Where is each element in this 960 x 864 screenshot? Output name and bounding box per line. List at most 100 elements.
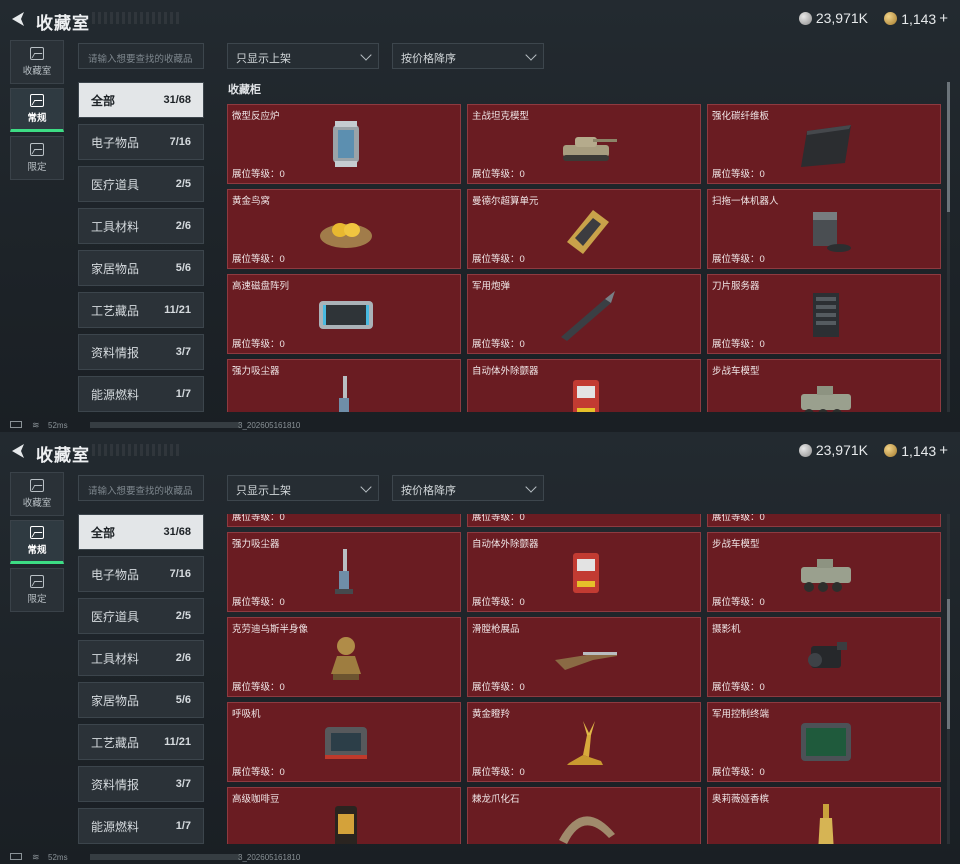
item-card[interactable]: 扫拖一体机器人 展位等级：0 bbox=[707, 189, 941, 269]
sidenav-tab[interactable]: 收藏室 bbox=[10, 472, 64, 516]
item-card[interactable]: 奥莉薇娅香槟展位等级：0 bbox=[707, 787, 941, 844]
sidenav-tab[interactable]: 限定 bbox=[10, 568, 64, 612]
item-card[interactable]: 高级咖啡豆展位等级：0 bbox=[227, 787, 461, 844]
page-title: 收藏室 bbox=[36, 14, 90, 33]
item-card[interactable]: 刀片服务器展位等级：0 bbox=[707, 274, 941, 354]
category-count: 11/21 bbox=[164, 304, 191, 316]
gold-currency[interactable]: 1,143 + bbox=[884, 442, 948, 459]
back-arrow-icon[interactable] bbox=[10, 442, 28, 460]
category-count: 1/7 bbox=[175, 388, 191, 400]
item-name: 强力吸尘器 bbox=[232, 539, 280, 550]
top-bar: 收藏室 23,971K 1,143 + bbox=[0, 0, 960, 36]
limited-icon bbox=[30, 575, 44, 588]
category-count: 11/21 bbox=[164, 736, 191, 748]
item-grid: 微型反应炉 展位等级：0 主战坦克模型 展位等级：0 强化碳纤维板 展位等级：0 黄金鸟窝展… bbox=[227, 104, 943, 412]
category-label: 电子物品 bbox=[91, 135, 140, 150]
category-item[interactable]: 电子物品 7/16 bbox=[78, 556, 204, 592]
category-item[interactable]: 资料情报 3/7 bbox=[78, 766, 204, 802]
item-card[interactable]: 军用控制终端 展位等级：0 bbox=[707, 702, 941, 782]
wifi-icon: ≋ bbox=[32, 420, 40, 430]
item-card[interactable]: 步战车模型展位等级：0 bbox=[707, 359, 941, 412]
category-item[interactable]: 资料情报 3/7 bbox=[78, 334, 204, 370]
category-item[interactable]: 全部 31/68 bbox=[78, 82, 204, 118]
sidenav-tab[interactable]: 常规 bbox=[10, 520, 64, 564]
collection-screen-scrolled: 收藏室 23,971K 1,143 + 收藏室 常规 限定 请输入想要查找的收藏品 只显示上架按… bbox=[0, 432, 960, 864]
limited-icon bbox=[30, 143, 44, 156]
regular-icon bbox=[30, 94, 44, 107]
item-card[interactable]: 黄金瞪羚 展位等级：0 bbox=[467, 702, 701, 782]
item-card[interactable]: 刀片服务器展位等级：0 bbox=[707, 514, 941, 527]
top-bar: 收藏室 23,971K 1,143 + bbox=[0, 432, 960, 468]
ifv-icon bbox=[801, 559, 851, 592]
category-item[interactable]: 工具材料 2/6 bbox=[78, 208, 204, 244]
item-card[interactable]: 高速磁盘阵列展位等级：0 bbox=[227, 274, 461, 354]
category-item[interactable]: 医疗道具 2/5 bbox=[78, 598, 204, 634]
category-item[interactable]: 能源燃料 1/7 bbox=[78, 808, 204, 844]
category-item[interactable]: 工艺藏品 11/21 bbox=[78, 724, 204, 760]
item-card[interactable]: 强力吸尘器展位等级：0 bbox=[227, 359, 461, 412]
category-item[interactable]: 工具材料 2/6 bbox=[78, 640, 204, 676]
item-level: 展位等级：0 bbox=[472, 514, 525, 523]
add-currency-icon[interactable]: + bbox=[939, 10, 948, 27]
vacuum-cleaner-icon bbox=[339, 376, 349, 412]
item-card[interactable]: 主战坦克模型 展位等级：0 bbox=[467, 104, 701, 184]
category-item[interactable]: 家居物品 5/6 bbox=[78, 682, 204, 718]
item-name: 扫拖一体机器人 bbox=[712, 196, 779, 207]
item-card[interactable]: 克劳迪乌斯半身像 展位等级：0 bbox=[227, 617, 461, 697]
category-label: 工艺藏品 bbox=[91, 303, 140, 318]
scrollbar[interactable] bbox=[947, 82, 950, 412]
item-card[interactable]: 自动体外除颤器展位等级：0 bbox=[467, 532, 701, 612]
tank-icon bbox=[563, 137, 617, 161]
sort-dropdown[interactable]: 按价格降序 bbox=[392, 475, 544, 501]
silver-currency: 23,971K bbox=[798, 10, 868, 26]
item-card[interactable]: 棘龙爪化石展位等级：0 bbox=[467, 787, 701, 844]
sidenav-tab[interactable]: 限定 bbox=[10, 136, 64, 180]
musket-icon bbox=[555, 652, 617, 670]
category-item[interactable]: 家居物品 5/6 bbox=[78, 250, 204, 286]
item-name: 自动体外除颤器 bbox=[472, 366, 539, 377]
collection-icon bbox=[30, 47, 44, 60]
item-card[interactable]: 摄影机 展位等级：0 bbox=[707, 617, 941, 697]
category-label: 能源燃料 bbox=[91, 387, 140, 402]
item-card[interactable]: 微型反应炉 展位等级：0 bbox=[227, 104, 461, 184]
silver-coin-icon bbox=[798, 443, 812, 457]
add-currency-icon[interactable]: + bbox=[939, 442, 948, 459]
display-filter-dropdown[interactable]: 只显示上架 bbox=[227, 475, 379, 501]
category-item[interactable]: 全部 31/68 bbox=[78, 514, 204, 550]
silver-amount: 23,971K bbox=[815, 442, 868, 458]
sort-dropdown[interactable]: 按价格降序 bbox=[392, 43, 544, 69]
item-name: 强力吸尘器 bbox=[232, 366, 280, 377]
sidenav-tab[interactable]: 常规 bbox=[10, 88, 64, 132]
category-item[interactable]: 医疗道具 2/5 bbox=[78, 166, 204, 202]
search-input[interactable]: 请输入想要查找的收藏品 bbox=[78, 43, 204, 69]
gold-coin-icon bbox=[884, 444, 898, 457]
item-name: 步战车模型 bbox=[712, 366, 760, 377]
back-arrow-icon[interactable] bbox=[10, 10, 28, 28]
search-input[interactable]: 请输入想要查找的收藏品 bbox=[78, 475, 204, 501]
scrollbar[interactable] bbox=[947, 514, 950, 844]
champagne-icon bbox=[818, 804, 834, 844]
item-card[interactable]: 步战车模型展位等级：0 bbox=[707, 532, 941, 612]
item-card[interactable]: 强化碳纤维板 展位等级：0 bbox=[707, 104, 941, 184]
chevron-down-icon bbox=[360, 49, 372, 61]
category-item[interactable]: 电子物品 7/16 bbox=[78, 124, 204, 160]
title-decoration bbox=[92, 444, 182, 456]
item-card[interactable]: 曼德尔超算单元 展位等级：0 bbox=[467, 189, 701, 269]
item-card[interactable]: 强力吸尘器展位等级：0 bbox=[227, 532, 461, 612]
item-card[interactable]: 自动体外除颤器展位等级：0 bbox=[467, 359, 701, 412]
sidenav-tab[interactable]: 收藏室 bbox=[10, 40, 64, 84]
item-card[interactable]: 滑膛枪展品 展位等级：0 bbox=[467, 617, 701, 697]
item-card[interactable]: 黄金鸟窝 展位等级：0 bbox=[227, 189, 461, 269]
item-card[interactable]: 军用炮弹展位等级：0 bbox=[467, 274, 701, 354]
category-item[interactable]: 能源燃料 1/7 bbox=[78, 376, 204, 412]
sidenav-tab-label: 收藏室 bbox=[22, 66, 52, 77]
gold-currency[interactable]: 1,143 + bbox=[884, 10, 948, 27]
display-filter-dropdown[interactable]: 只显示上架 bbox=[227, 43, 379, 69]
camera-icon bbox=[808, 642, 847, 668]
category-item[interactable]: 工艺藏品 11/21 bbox=[78, 292, 204, 328]
item-card[interactable]: 军用炮弹展位等级：0 bbox=[467, 514, 701, 527]
silver-amount: 23,971K bbox=[815, 10, 868, 26]
item-card[interactable]: 高速磁盘阵列展位等级：0 bbox=[227, 514, 461, 527]
item-card[interactable]: 呼吸机 展位等级：0 bbox=[227, 702, 461, 782]
category-count: 3/7 bbox=[175, 778, 191, 790]
